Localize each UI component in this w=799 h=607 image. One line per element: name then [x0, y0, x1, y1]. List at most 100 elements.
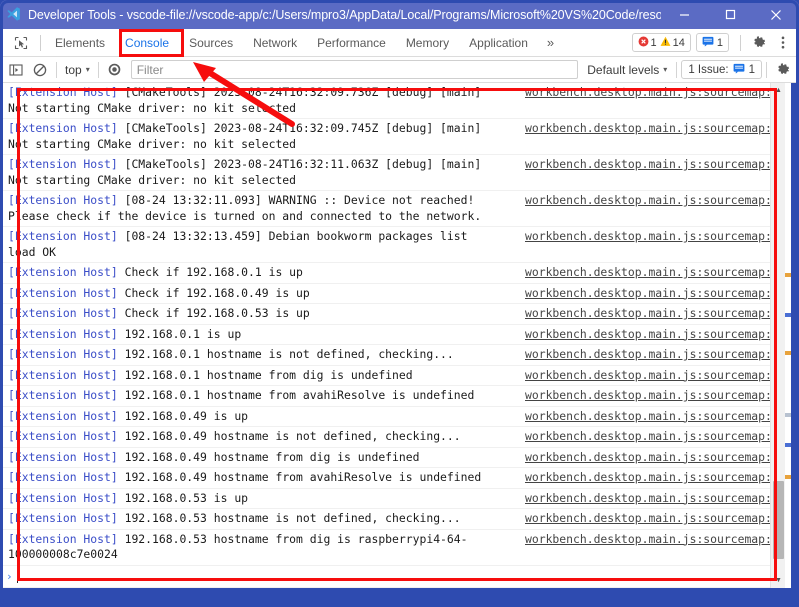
console-source-link[interactable]: workbench.desktop.main.js:sourcemap:129 — [513, 193, 783, 209]
console-source-link[interactable]: workbench.desktop.main.js:sourcemap:129 — [513, 388, 783, 404]
console-source-link[interactable]: workbench.desktop.main.js:sourcemap:129 — [513, 470, 783, 486]
kebab-menu-icon[interactable] — [771, 31, 795, 55]
console-source-link[interactable]: workbench.desktop.main.js:sourcemap:129 — [513, 286, 783, 302]
console-message-prefix: [Extension Host] — [8, 449, 118, 464]
devtools-tab-bar: Elements Console Sources Network Perform… — [0, 29, 799, 57]
error-counter[interactable]: 1 — [638, 36, 657, 50]
console-message-row[interactable]: [Extension Host] 192.168.0.53 is up workb… — [0, 489, 783, 509]
issues-button[interactable]: 1 Issue: 1 — [681, 60, 762, 79]
scroll-down-arrow-icon[interactable]: ▼ — [771, 573, 786, 588]
console-source-link[interactable]: workbench.desktop.main.js:sourcemap:129 — [513, 85, 783, 101]
console-message-prefix: [Extension Host] — [8, 347, 118, 361]
console-source-link[interactable]: workbench.desktop.main.js:sourcemap:129 — [513, 409, 783, 425]
info-count: 1 — [716, 36, 723, 49]
tab-sources[interactable]: Sources — [179, 29, 243, 56]
console-message-text: [Extension Host] Check if 192.168.0.49 i… — [8, 285, 310, 300]
console-message-row[interactable]: [Extension Host] [CMakeTools] 2023-08-24… — [0, 83, 783, 119]
filter-placeholder: Filter — [136, 62, 164, 77]
tab-elements[interactable]: Elements — [45, 29, 115, 56]
clear-console-icon[interactable] — [28, 59, 52, 81]
warning-counter[interactable]: 14 — [660, 36, 685, 50]
toolbar-divider-2 — [97, 61, 99, 78]
tab-memory[interactable]: Memory — [396, 29, 459, 56]
console-message-row[interactable]: [Extension Host] 192.168.0.53 hostname f… — [0, 530, 783, 566]
log-levels-label: Default levels — [587, 62, 660, 77]
maximize-button[interactable] — [707, 0, 753, 29]
filter-input[interactable]: Filter — [130, 60, 579, 79]
scroll-up-arrow-icon[interactable]: ▲ — [771, 83, 786, 98]
console-source-link[interactable]: workbench.desktop.main.js:sourcemap:129 — [513, 450, 783, 466]
console-source-link[interactable]: workbench.desktop.main.js:sourcemap:129 — [513, 229, 783, 245]
console-source-link[interactable]: workbench.desktop.main.js:sourcemap:129 — [513, 265, 783, 281]
console-source-link[interactable]: workbench.desktop.main.js:sourcemap:129 — [513, 157, 783, 173]
console-message-row[interactable]: [Extension Host] Check if 192.168.0.1 is… — [0, 263, 783, 284]
console-message-text: [Extension Host] 192.168.0.1 is up — [8, 326, 242, 341]
console-message-row[interactable]: [Extension Host] 192.168.0.1 is up workbe… — [0, 325, 783, 345]
scrollbar-thumb[interactable] — [773, 481, 784, 559]
console-message-prefix: [Extension Host] — [8, 193, 118, 207]
execution-context-label: top — [65, 62, 82, 77]
console-message-text: [Extension Host] Check if 192.168.0.1 is… — [8, 265, 303, 279]
console-source-link[interactable]: workbench.desktop.main.js:sourcemap:129 — [513, 327, 783, 343]
console-message-row[interactable]: [Extension Host] [08-24 13:32:13.459] De… — [0, 227, 783, 263]
close-button[interactable] — [753, 0, 799, 29]
console-message-row[interactable]: [Extension Host] 192.168.0.1 hostname fr… — [0, 386, 783, 407]
console-source-link[interactable]: workbench.desktop.main.js:sourcemap:129 — [513, 306, 783, 322]
tab-application[interactable]: Application — [459, 29, 538, 56]
console-source-link[interactable]: workbench.desktop.main.js:sourcemap:129 — [513, 121, 783, 137]
gear-icon[interactable] — [771, 59, 795, 81]
console-message-row[interactable]: [Extension Host] 192.168.0.1 hostname fr… — [0, 366, 783, 386]
console-source-link[interactable]: workbench.desktop.main.js:sourcemap:129 — [513, 491, 783, 507]
info-counter[interactable]: 1 — [695, 33, 729, 52]
console-sidebar-icon[interactable] — [4, 59, 28, 81]
console-message-row[interactable]: [Extension Host] 192.168.0.49 hostname f… — [0, 448, 783, 468]
live-expression-eye-icon[interactable] — [103, 59, 127, 81]
more-tabs-label: » — [546, 35, 555, 50]
console-message-row[interactable]: [Extension Host] Check if 192.168.0.49 i… — [0, 284, 783, 304]
console-source-link[interactable]: workbench.desktop.main.js:sourcemap:129 — [513, 368, 783, 384]
console-message-row[interactable]: [Extension Host] Check if 192.168.0.53 i… — [0, 304, 783, 325]
console-message-row[interactable]: [Extension Host] 192.168.0.49 hostname i… — [0, 427, 783, 448]
console-message-text: [Extension Host] [CMakeTools] 2023-08-24… — [8, 85, 482, 115]
chevron-down-icon: ▾ — [663, 65, 668, 74]
scrollbar-marker — [785, 413, 791, 417]
console-message-prefix: [Extension Host] — [8, 511, 118, 525]
console-message-text: [Extension Host] 192.168.0.1 hostname is… — [8, 347, 454, 361]
console-source-link[interactable]: workbench.desktop.main.js:sourcemap:129 — [513, 347, 783, 363]
console-source-link[interactable]: workbench.desktop.main.js:sourcemap:129 — [513, 429, 783, 445]
console-source-link[interactable]: workbench.desktop.main.js:sourcemap:129 — [513, 532, 783, 548]
console-message-row[interactable]: [Extension Host] [CMakeTools] 2023-08-24… — [0, 119, 783, 155]
execution-context-selector[interactable]: top ▾ — [61, 60, 94, 80]
console-message-row[interactable]: [Extension Host] [08-24 13:32:11.093] WA… — [0, 191, 783, 227]
issue-counters[interactable]: 1 14 — [631, 33, 691, 52]
console-message-text: [Extension Host] 192.168.0.49 hostname i… — [8, 429, 461, 443]
more-tabs-icon[interactable]: » — [538, 29, 563, 56]
console-message-prefix: [Extension Host] — [8, 367, 118, 382]
minimize-button[interactable] — [661, 0, 707, 29]
window-controls — [661, 0, 799, 29]
console-prompt[interactable]: › — [0, 566, 783, 588]
console-message-area[interactable]: [Extension Host] [CMakeTools] 2023-08-24… — [0, 83, 783, 588]
console-message-text: [Extension Host] 192.168.0.53 hostname i… — [8, 511, 461, 525]
console-message-row[interactable]: [Extension Host] 192.168.0.49 hostname f… — [0, 468, 783, 489]
console-message-text: [Extension Host] [08-24 13:32:11.093] WA… — [8, 193, 482, 223]
tab-console[interactable]: Console — [115, 29, 179, 56]
console-message-row[interactable]: [Extension Host] 192.168.0.1 hostname is… — [0, 345, 783, 366]
console-message-row[interactable]: [Extension Host] 192.168.0.53 hostname i… — [0, 509, 783, 530]
console-message-text: [Extension Host] 192.168.0.53 is up — [8, 490, 249, 505]
gear-icon[interactable] — [747, 31, 771, 55]
inspect-element-icon[interactable] — [6, 29, 36, 56]
console-source-link[interactable]: workbench.desktop.main.js:sourcemap:129 — [513, 511, 783, 527]
console-message-prefix: [Extension Host] — [8, 388, 118, 402]
log-levels-selector[interactable]: Default levels ▾ — [582, 60, 672, 80]
tabbar-divider — [40, 34, 41, 51]
console-scrollbar[interactable]: ▲ ▼ — [770, 83, 785, 588]
console-message-text: [Extension Host] 192.168.0.53 hostname f… — [8, 531, 468, 562]
tab-performance[interactable]: Performance — [307, 29, 396, 56]
error-count: 1 — [650, 36, 657, 49]
console-message-text: [Extension Host] [08-24 13:32:13.459] De… — [8, 229, 468, 259]
console-message-row[interactable]: [Extension Host] [CMakeTools] 2023-08-24… — [0, 155, 783, 191]
title-bar: Developer Tools - vscode-file://vscode-a… — [0, 0, 799, 29]
tab-network[interactable]: Network — [243, 29, 307, 56]
console-message-row[interactable]: [Extension Host] 192.168.0.49 is up workb… — [0, 407, 783, 427]
